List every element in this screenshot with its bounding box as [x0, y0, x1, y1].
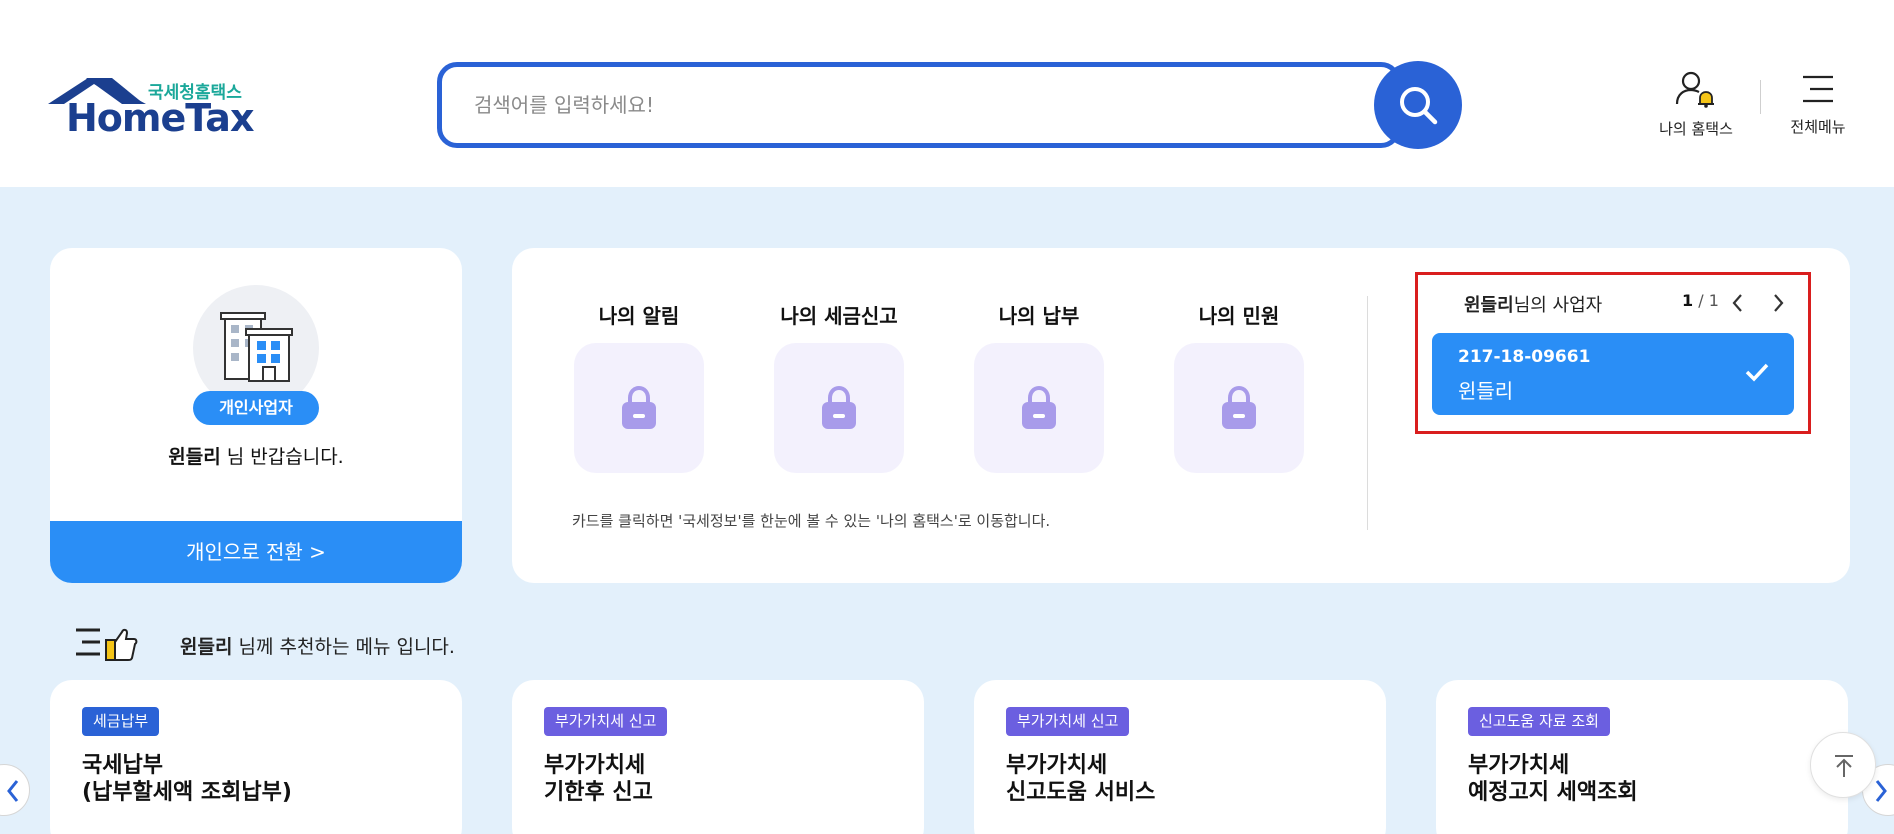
recommend-user-name: 윈들리: [180, 636, 233, 658]
business-item-selected[interactable]: 217-18-09661 윈들리: [1432, 333, 1794, 415]
business-number: 217-18-09661: [1458, 347, 1591, 367]
my-hometax-button[interactable]: 나의 홈택스: [1652, 70, 1740, 139]
recommend-card-vat-help-service[interactable]: 부가가치세 신고 부가가치세 신고도움 서비스: [974, 680, 1386, 834]
recommend-card-vat-preliminary-notice[interactable]: 신고도움 자료 조회 부가가치세 예정고지 세액조회: [1436, 680, 1848, 834]
dashboard-card: 나의 알림 나의 세금신고 나의 납부 나의 민원 카드를 클릭하면 '국세정보…: [512, 248, 1850, 583]
title-line-1: 부가가치세: [1006, 753, 1108, 778]
all-menu-label: 전체메뉴: [1790, 118, 1846, 136]
title-line-1: 부가가치세: [544, 753, 646, 778]
recommend-card-title: 부가가치세 기한후 신고: [544, 752, 653, 806]
recommend-card-vat-late-filing[interactable]: 부가가치세 신고 부가가치세 기한후 신고: [512, 680, 924, 834]
chevron-left-icon: [1732, 294, 1742, 312]
greeting-suffix: 님 반갑습니다.: [226, 446, 344, 468]
title-line-2: 기한후 신고: [544, 780, 653, 805]
my-hometax-label: 나의 홈택스: [1659, 120, 1733, 138]
page-total: / 1: [1698, 291, 1719, 310]
greeting-text: 윈들리 님 반갑습니다.: [50, 442, 462, 469]
carousel-prev-button[interactable]: [0, 764, 30, 816]
switch-to-individual-button[interactable]: 개인으로 전환 >: [50, 521, 462, 583]
header-divider: [1760, 80, 1761, 114]
user-name: 윈들리: [168, 446, 221, 468]
category-tag: 부가가치세 신고: [544, 707, 668, 736]
business-title-suffix: 님의 사업자: [1513, 295, 1603, 316]
quick-item-civil-petition[interactable]: 나의 민원: [1174, 300, 1304, 473]
business-selector: 윈들리님의 사업자 1 / 1 217-18-09661 윈들리: [1415, 272, 1811, 434]
recommend-card-tax-payment[interactable]: 세금납부 국세납부 (납부할세액 조회납부): [50, 680, 462, 834]
chevron-left-icon: [7, 780, 19, 802]
recommend-card-title: 국세납부 (납부할세액 조회납부): [82, 752, 292, 806]
card-divider: [1367, 296, 1368, 530]
lock-icon: [1222, 386, 1256, 429]
scroll-to-top-button[interactable]: [1810, 732, 1876, 798]
quick-item-alerts[interactable]: 나의 알림: [574, 300, 704, 473]
civil-petition-tile[interactable]: [1174, 343, 1304, 473]
all-menu-button[interactable]: 전체메뉴: [1782, 72, 1854, 137]
user-bell-icon: [1675, 71, 1714, 108]
search-button[interactable]: [1374, 61, 1462, 149]
hometax-logo[interactable]: 국세청홈택스 HomeTax: [48, 74, 258, 140]
tax-filing-tile[interactable]: [774, 343, 904, 473]
profile-card: 개인사업자 윈들리 님 반갑습니다. 개인으로 전환 >: [50, 248, 462, 583]
next-business-button[interactable]: [1768, 291, 1788, 315]
recommend-heading: 윈들리 님께 추천하는 메뉴 입니다.: [180, 632, 455, 659]
quick-item-title: 나의 민원: [1198, 304, 1280, 328]
recommend-card-title: 부가가치세 예정고지 세액조회: [1468, 752, 1638, 806]
check-icon: [1745, 363, 1769, 382]
title-line-1: 부가가치세: [1468, 753, 1570, 778]
payment-tile[interactable]: [974, 343, 1104, 473]
lock-icon: [622, 386, 656, 429]
category-tag: 세금납부: [82, 707, 160, 736]
title-line-2: 예정고지 세액조회: [1468, 780, 1638, 805]
quick-item-payment[interactable]: 나의 납부: [974, 300, 1104, 473]
alerts-tile[interactable]: [574, 343, 704, 473]
title-line-1: 국세납부: [82, 753, 163, 778]
search-input[interactable]: [474, 85, 1334, 125]
quick-item-tax-filing[interactable]: 나의 세금신고: [774, 300, 904, 473]
lock-icon: [1022, 386, 1056, 429]
user-type-badge: 개인사업자: [193, 391, 319, 425]
lock-icon: [822, 386, 856, 429]
chevron-right-icon: [1774, 294, 1784, 312]
business-owner-name: 윈들리: [1464, 295, 1514, 316]
search-box: [437, 62, 1401, 148]
quick-item-title: 나의 세금신고: [780, 304, 898, 328]
prev-business-button[interactable]: [1728, 291, 1748, 315]
category-tag: 신고도움 자료 조회: [1468, 707, 1610, 736]
search-icon: [1400, 87, 1438, 125]
logo-english-text: HomeTax: [66, 96, 254, 140]
quick-menu-note: 카드를 클릭하면 '국세정보'를 한눈에 볼 수 있는 '나의 홈택스'로 이동…: [572, 512, 1051, 530]
business-name: 윈들리: [1458, 379, 1514, 403]
business-title: 윈들리님의 사업자: [1464, 291, 1602, 317]
business-pagination: 1 / 1: [1682, 291, 1719, 310]
title-line-2: (납부할세액 조회납부): [82, 780, 292, 805]
hamburger-menu-icon: [1803, 75, 1833, 103]
site-header: 국세청홈택스 HomeTax 나의 홈택스 전체메뉴: [0, 0, 1894, 187]
category-tag: 부가가치세 신고: [1006, 707, 1130, 736]
arrow-up-icon: [1835, 755, 1853, 777]
recommend-heading-suffix: 님께 추천하는 메뉴 입니다.: [238, 636, 455, 658]
recommend-card-title: 부가가치세 신고도움 서비스: [1006, 752, 1155, 806]
title-line-2: 신고도움 서비스: [1006, 780, 1156, 805]
quick-item-title: 나의 납부: [998, 304, 1080, 328]
quick-item-title: 나의 알림: [598, 304, 680, 328]
page-current: 1: [1682, 291, 1694, 310]
thumbs-up-list-icon: [76, 628, 138, 661]
